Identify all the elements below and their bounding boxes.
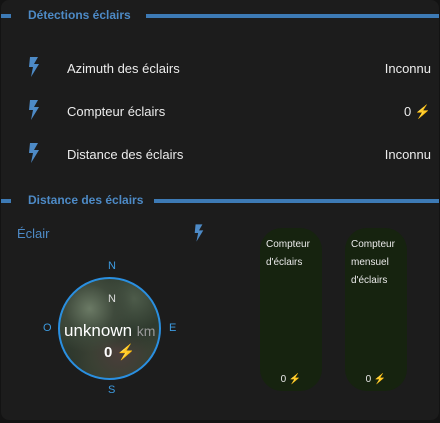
row-value: Inconnu: [384, 147, 431, 162]
lightning-count: 0 ⚡: [104, 344, 136, 361]
lightning-card: Détections éclairs Azimuth des éclairs I…: [1, 0, 439, 420]
row-value: 0 ⚡: [403, 104, 431, 119]
gauge-title: Compteur d'éclairs: [266, 239, 310, 268]
row-distance[interactable]: Distance des éclairs Inconnu: [1, 139, 440, 169]
row-label: Distance des éclairs: [67, 147, 184, 162]
lightning-bolt-icon: [29, 100, 39, 120]
section-title-distance: Distance des éclairs: [28, 193, 144, 207]
lightning-bolt-icon: [29, 143, 39, 163]
gauge-counter[interactable]: Compteur d'éclairs 0 ⚡: [260, 228, 322, 391]
row-counter[interactable]: Compteur éclairs 0 ⚡: [1, 96, 440, 126]
header-bar-left: [1, 199, 11, 203]
compass-east: E: [169, 322, 177, 334]
compass-north: N: [108, 260, 116, 272]
distance-value: unknown: [64, 321, 133, 340]
row-label: Compteur éclairs: [67, 104, 166, 119]
distance-readout: unknown km: [64, 321, 155, 341]
gauge-value: 0 ⚡: [280, 374, 302, 385]
compass-south: S: [108, 384, 116, 396]
header-bar-right: [146, 14, 439, 18]
compass-west: O: [43, 322, 52, 334]
gauge-title: Compteur mensuel d'éclairs: [351, 239, 395, 286]
header-bar-left: [1, 14, 11, 18]
header-bar-right: [154, 199, 439, 203]
compass-map-circle: N unknown km 0 ⚡: [58, 277, 161, 380]
row-value: Inconnu: [384, 61, 431, 76]
section-header-distance: Distance des éclairs: [1, 191, 440, 209]
lightning-bolt-icon: [194, 224, 204, 242]
lightning-bolt-icon: [29, 57, 39, 77]
gauge-monthly-counter[interactable]: Compteur mensuel d'éclairs 0 ⚡: [345, 228, 407, 391]
gauge-value: 0 ⚡: [365, 374, 387, 385]
row-azimuth[interactable]: Azimuth des éclairs Inconnu: [1, 53, 440, 83]
lightning-compass[interactable]: N S E O N unknown km 0 ⚡: [41, 260, 181, 400]
eclair-label: Éclair: [17, 226, 50, 241]
section-header-detections: Détections éclairs: [1, 6, 440, 24]
row-label: Azimuth des éclairs: [67, 61, 180, 76]
compass-inner-north: N: [108, 293, 116, 305]
distance-unit: km: [136, 323, 156, 339]
section-title-detections: Détections éclairs: [28, 8, 131, 22]
